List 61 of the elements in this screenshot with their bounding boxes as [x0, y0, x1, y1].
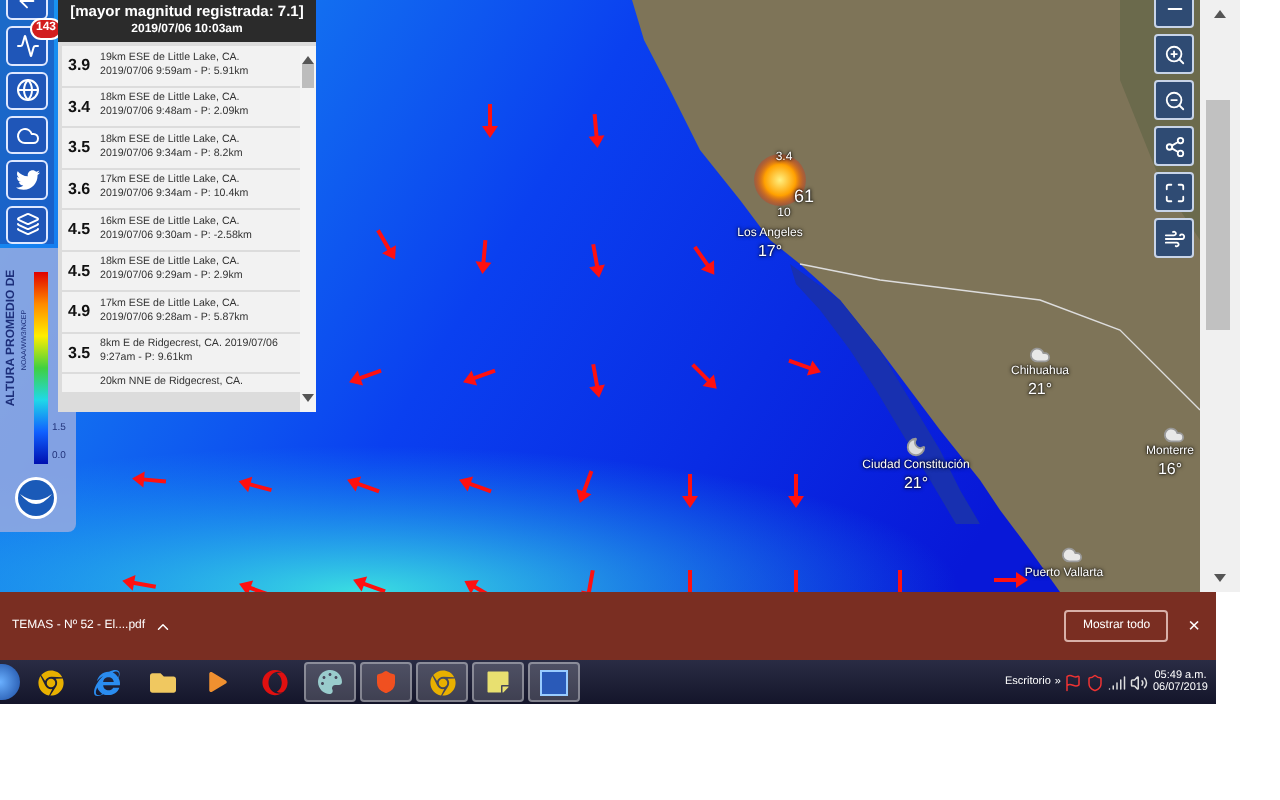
e-icon: [93, 669, 119, 695]
magnitude: 3.9: [68, 56, 93, 75]
layers-button[interactable]: [6, 205, 48, 244]
cloud-icon: [1029, 344, 1051, 366]
chrome-icon: [37, 669, 63, 695]
magnitude: 3.5: [68, 138, 93, 157]
flag-icon[interactable]: [1064, 673, 1083, 691]
temperature-label: 21°: [1027, 382, 1053, 398]
emblem-icon: [14, 476, 58, 520]
brave-taskbar-icon[interactable]: [360, 662, 412, 702]
moon-icon: [905, 436, 927, 458]
zoom-in-button[interactable]: [1154, 34, 1194, 74]
zoom-out-button[interactable]: [1154, 80, 1194, 120]
signal-icon[interactable]: [1108, 673, 1127, 691]
temperature-label: 21°: [903, 476, 929, 492]
minus-button[interactable]: [1154, 0, 1194, 28]
magnitude: 3.6: [68, 179, 93, 198]
twitter-button[interactable]: [6, 160, 48, 200]
folder-icon: [149, 669, 175, 695]
play-icon: [208, 672, 228, 692]
cloud-icon: [1163, 424, 1185, 446]
browser-taskbar-icon[interactable]: [416, 662, 468, 702]
page-scrollbar[interactable]: [1200, 0, 1240, 592]
magnitude: 4.9: [68, 302, 93, 321]
sticky-note-icon: [486, 670, 510, 694]
magnitude: 3.4: [68, 97, 93, 116]
palette-icon: [318, 670, 342, 694]
temperature-label: 17°: [757, 244, 783, 260]
word-taskbar-icon[interactable]: [528, 662, 580, 702]
pulse-icon: [15, 33, 39, 58]
magnitude: 4.5: [68, 220, 93, 239]
cloud-icon: [1061, 544, 1083, 566]
globe-button[interactable]: [6, 71, 48, 110]
wind-icon: [1163, 227, 1185, 249]
magnitude-label: 61: [794, 188, 814, 206]
magnitude: 3.5: [68, 343, 93, 362]
zoom-in-icon: [1163, 43, 1185, 65]
zoom-out-icon: [1163, 89, 1185, 111]
list-scrollbar[interactable]: [300, 46, 316, 412]
magnitude: 4.5: [68, 261, 93, 280]
notes-taskbar-icon[interactable]: [472, 662, 524, 702]
share-button[interactable]: [1154, 126, 1194, 166]
layers-icon: [15, 212, 39, 237]
globe-icon: [15, 78, 39, 103]
wind-button[interactable]: [1154, 218, 1194, 258]
fullscreen-button[interactable]: [1154, 172, 1194, 212]
shield-icon[interactable]: [1086, 673, 1105, 691]
o-icon: [261, 669, 287, 695]
start-icon[interactable]: [0, 664, 20, 700]
chrome-icon: [429, 669, 455, 695]
fullscreen-icon: [1163, 181, 1185, 203]
bird-icon: [15, 167, 39, 192]
share-icon: [1163, 135, 1185, 157]
weather-button[interactable]: [6, 115, 48, 155]
lion-shield-icon: [374, 670, 398, 694]
cloud-icon: [15, 123, 39, 148]
document-icon: [540, 669, 568, 695]
close-button[interactable]: ×: [1184, 615, 1204, 637]
speaker-icon[interactable]: [1130, 673, 1149, 691]
paint-taskbar-icon[interactable]: [304, 662, 356, 702]
temperature-label: 16°: [1157, 462, 1183, 478]
